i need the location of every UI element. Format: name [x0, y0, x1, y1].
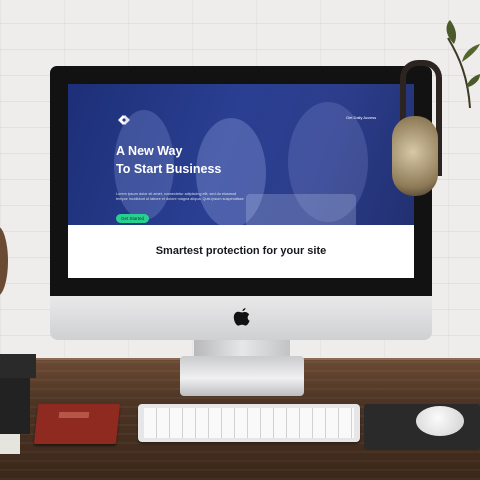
hero-section: Get Daily Access A New Way To Start Busi… — [68, 84, 414, 234]
site-logo-icon[interactable] — [116, 114, 132, 126]
hero-title-line-1: A New Way — [116, 144, 183, 158]
feature-banner: Smartest protection for your site — [68, 225, 414, 278]
plant-icon — [446, 20, 480, 108]
hero-title-line-2: To Start Business — [116, 162, 222, 176]
imac-stand-foot — [180, 356, 304, 396]
keyboard-keys — [144, 408, 354, 438]
red-notebook — [33, 404, 121, 444]
keyboard — [138, 404, 360, 442]
notebook-label — [58, 412, 90, 418]
get-started-button[interactable]: Get Started — [116, 214, 150, 223]
book-stack-middle — [0, 378, 30, 434]
imac-monitor: Get Daily Access A New Way To Start Busi… — [50, 66, 432, 340]
hero-description: Lorem ipsum dolor sit amet, consectetur … — [116, 192, 244, 201]
headphones-icon — [392, 116, 438, 196]
monitor-screen: Get Daily Access A New Way To Start Busi… — [68, 84, 414, 278]
hero-title: A New Way To Start Business — [116, 142, 221, 178]
mouse-icon — [416, 406, 464, 436]
monitor-bezel: Get Daily Access A New Way To Start Busi… — [50, 66, 432, 296]
book-stack-top — [0, 354, 36, 378]
banner-title: Smartest protection for your site — [155, 245, 327, 257]
apple-logo-icon — [233, 308, 250, 326]
book-stack-bottom — [0, 434, 20, 454]
top-nav-link[interactable]: Get Daily Access — [346, 115, 376, 120]
